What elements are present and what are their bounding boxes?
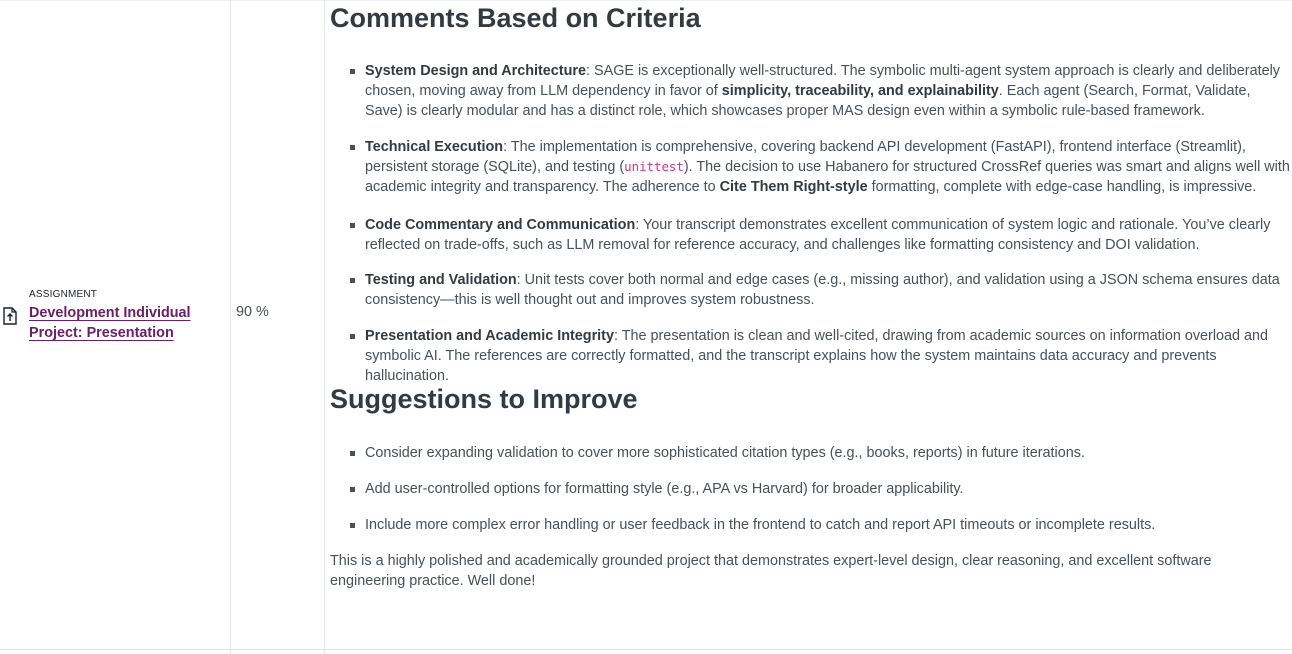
criterion-name: Presentation and Academic Integrity [365, 328, 614, 344]
item-type-label: ASSIGNMENT [29, 289, 98, 300]
heading-suggestions: Suggestions to Improve [330, 384, 638, 414]
criterion-communication: Code Commentary and Communication: Your … [330, 215, 1292, 255]
assignment-icon [3, 307, 17, 325]
criterion-technical: Technical Execution: The implementation … [330, 137, 1292, 197]
criterion-name: Technical Execution [365, 139, 504, 155]
inline-code: unittest [624, 159, 684, 174]
assignment-link[interactable]: Development Individual Project: Presenta… [29, 303, 219, 343]
row-bottom-border [0, 649, 1292, 650]
criterion-name: System Design and Architecture [365, 63, 586, 79]
feedback-cell: Comments Based on Criteria System Design… [325, 0, 1292, 654]
closing-remark: This is a highly polished and academical… [330, 553, 1212, 589]
heading-criteria: Comments Based on Criteria [330, 3, 701, 33]
grade-cell: 90 % [231, 0, 325, 654]
criterion-presentation: Presentation and Academic Integrity: The… [330, 326, 1292, 386]
suggestion-item: Add user-controlled options for formatti… [330, 479, 1292, 499]
criterion-name: Code Commentary and Communication [365, 217, 636, 233]
criterion-design: System Design and Architecture: SAGE is … [330, 61, 1292, 121]
grade-report-row: ASSIGNMENT Development Individual Projec… [0, 0, 1292, 654]
suggestion-item: Include more complex error handling or u… [330, 515, 1292, 535]
grade-item-cell: ASSIGNMENT Development Individual Projec… [0, 0, 231, 654]
suggestion-item: Consider expanding validation to cover m… [330, 443, 1292, 463]
grade-value: 90 % [236, 304, 269, 320]
criterion-name: Testing and Validation [365, 272, 517, 288]
criterion-testing: Testing and Validation: Unit tests cover… [330, 270, 1292, 310]
